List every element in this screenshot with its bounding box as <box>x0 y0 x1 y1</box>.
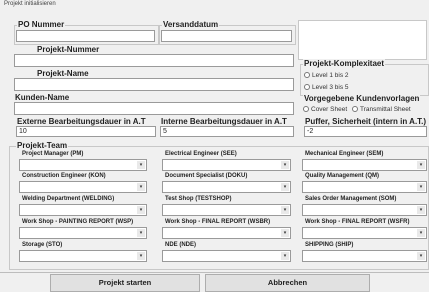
chevron-down-icon[interactable]: ▾ <box>417 183 425 191</box>
team-role-label: Mechanical Engineer (SEM) <box>304 151 385 157</box>
komplexitaet-group <box>300 64 429 96</box>
team-role-label: Work Shop - FINAL REPORT (WSFR) <box>304 219 411 225</box>
int-dauer-label: Interne Bearbeitungsdauer in A.T <box>160 117 288 126</box>
projekt-nummer-label: Projekt-Nummer <box>36 45 101 54</box>
team-role-label: Construction Engineer (KON) <box>21 173 107 179</box>
puffer-field[interactable]: -2 <box>304 126 427 137</box>
chevron-down-icon[interactable]: ▾ <box>281 183 289 191</box>
po-nummer-field[interactable] <box>16 30 155 42</box>
team-role-label: SHIPPING (SHIP) <box>304 242 355 248</box>
window-title: Projekt initialisieren <box>4 1 56 7</box>
team-role-label: Work Shop - PAINTING REPORT (WSP) <box>21 219 135 225</box>
team-role-label: Document Specialist (DOKU) <box>164 173 249 179</box>
kunden-name-label: Kunden-Name <box>14 93 71 102</box>
team-role-label: Sales Order Management (SOM) <box>304 196 398 202</box>
vorlagen-label: Vorgegebene Kundenvorlagen <box>303 94 421 103</box>
team-role-dropdown[interactable]: ▾ <box>19 204 147 216</box>
chevron-down-icon[interactable]: ▾ <box>281 229 289 237</box>
team-role-dropdown[interactable]: ▾ <box>162 204 291 216</box>
projekt-nummer-field[interactable] <box>14 54 294 67</box>
team-role-label: Welding Department (WELDING) <box>21 196 116 202</box>
chevron-down-icon[interactable]: ▾ <box>417 229 425 237</box>
team-role-label: Storage (STO) <box>21 242 64 248</box>
transmittal-sheet-label: Transmittal Sheet <box>360 106 411 113</box>
cover-sheet-label: Cover Sheet <box>311 106 348 113</box>
team-role-label: Work Shop - FINAL REPORT (WSBR) <box>164 219 272 225</box>
po-nummer-label: PO Nummer <box>17 20 66 29</box>
info-panel <box>298 20 427 60</box>
team-role-label: Quality Management (QM) <box>304 173 381 179</box>
projekt-team-label: Projekt-Team <box>16 141 69 150</box>
cover-sheet-option[interactable]: Cover Sheet <box>303 106 347 113</box>
level-3-5-label: Level 3 bis 5 <box>312 84 349 91</box>
team-role-dropdown[interactable]: ▾ <box>162 181 291 193</box>
versanddatum-label: Versanddatum <box>162 20 220 29</box>
team-role-dropdown[interactable]: ▾ <box>302 181 427 193</box>
chevron-down-icon[interactable]: ▾ <box>417 161 425 169</box>
chevron-down-icon[interactable]: ▾ <box>417 252 425 260</box>
team-role-dropdown[interactable]: ▾ <box>19 181 147 193</box>
team-role-dropdown[interactable]: ▾ <box>302 204 427 216</box>
team-role-label: Test Shop (TESTSHOP) <box>164 196 233 202</box>
radio-icon <box>304 84 310 91</box>
chevron-down-icon[interactable]: ▾ <box>137 206 145 214</box>
projekt-name-field[interactable] <box>14 78 294 91</box>
puffer-label: Puffer, Sicherheit (intern in A.T.) <box>304 117 428 126</box>
team-role-dropdown[interactable]: ▾ <box>302 159 427 171</box>
level-3-5-radio[interactable]: Level 3 bis 5 <box>304 84 349 91</box>
radio-icon <box>303 106 309 113</box>
chevron-down-icon[interactable]: ▾ <box>281 161 289 169</box>
team-role-dropdown[interactable]: ▾ <box>162 159 291 171</box>
team-role-dropdown[interactable]: ▾ <box>162 250 291 262</box>
projekt-starten-button[interactable]: Projekt starten <box>50 274 200 292</box>
transmittal-sheet-option[interactable]: Transmittal Sheet <box>352 106 411 113</box>
team-role-label: Electrical Engineer (SEE) <box>164 151 238 157</box>
bottom-divider <box>0 272 429 273</box>
ext-dauer-field[interactable]: 10 <box>16 126 156 137</box>
chevron-down-icon[interactable]: ▾ <box>417 206 425 214</box>
chevron-down-icon[interactable]: ▾ <box>137 161 145 169</box>
chevron-down-icon[interactable]: ▾ <box>137 229 145 237</box>
chevron-down-icon[interactable]: ▾ <box>281 252 289 260</box>
team-role-dropdown[interactable]: ▾ <box>162 227 291 239</box>
projekt-name-label: Projekt-Name <box>36 69 90 78</box>
chevron-down-icon[interactable]: ▾ <box>137 252 145 260</box>
team-role-label: NDE (NDE) <box>164 242 197 248</box>
team-role-label: Project Manager (PM) <box>21 151 85 157</box>
team-role-dropdown[interactable]: ▾ <box>302 227 427 239</box>
chevron-down-icon[interactable]: ▾ <box>137 183 145 191</box>
team-role-dropdown[interactable]: ▾ <box>19 159 147 171</box>
chevron-down-icon[interactable]: ▾ <box>281 206 289 214</box>
kunden-name-field[interactable] <box>14 102 294 115</box>
ext-dauer-label: Externe Bearbeitungsdauer in A.T <box>16 117 147 126</box>
team-role-dropdown[interactable]: ▾ <box>19 227 147 239</box>
level-1-2-radio[interactable]: Level 1 bis 2 <box>304 72 349 79</box>
level-1-2-label: Level 1 bis 2 <box>312 72 349 79</box>
radio-icon <box>352 106 358 113</box>
versanddatum-field[interactable] <box>161 30 292 42</box>
team-role-dropdown[interactable]: ▾ <box>302 250 427 262</box>
radio-icon <box>304 72 310 79</box>
team-role-dropdown[interactable]: ▾ <box>19 250 147 262</box>
komplexitaet-label: Projekt-Komplexitaet <box>303 59 386 68</box>
int-dauer-field[interactable]: 5 <box>160 126 294 137</box>
abbrechen-button[interactable]: Abbrechen <box>205 274 370 292</box>
